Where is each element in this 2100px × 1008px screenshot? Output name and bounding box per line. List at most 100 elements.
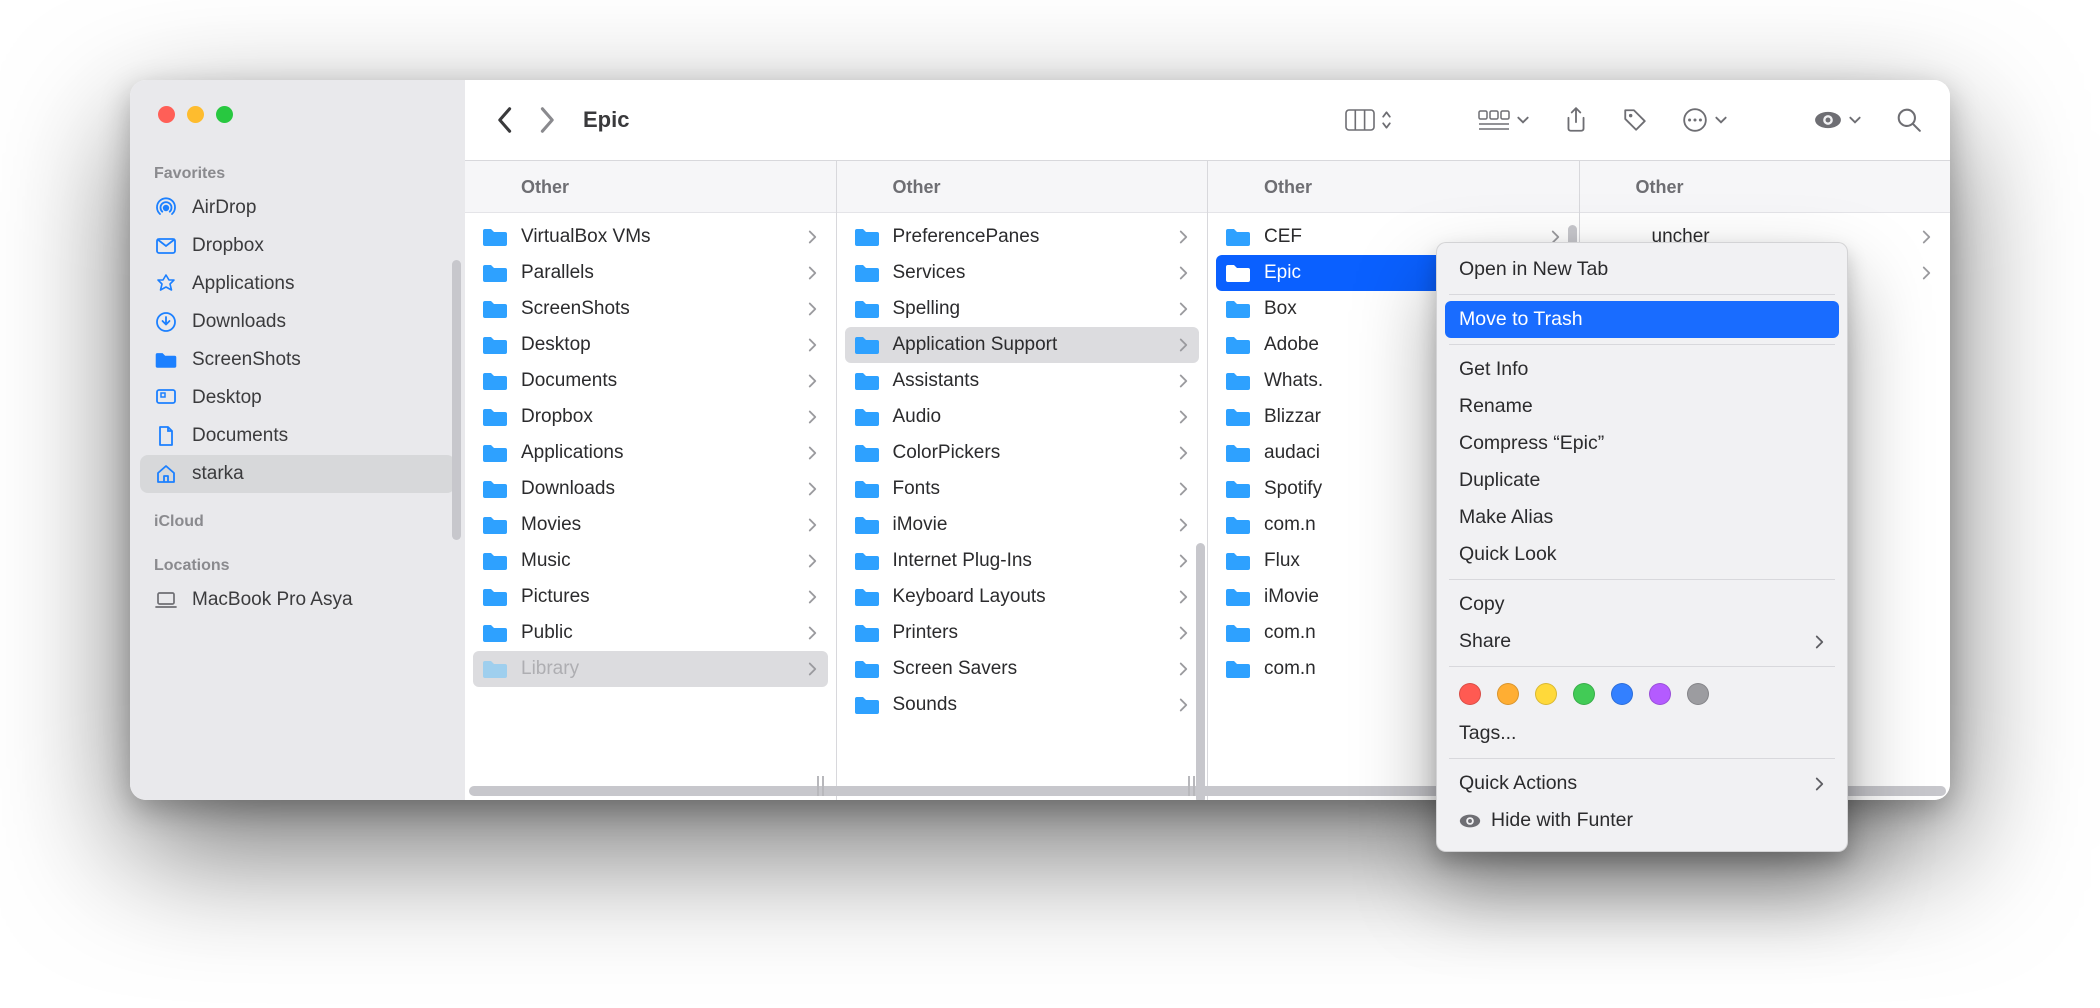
folder-item[interactable]: PreferencePanes [845,219,1200,255]
folder-icon [1224,658,1252,680]
sidebar-item-documents[interactable]: Documents [140,417,455,455]
column-header[interactable]: Other [1580,161,1951,213]
chevron-right-icon [807,265,818,281]
context-menu-item[interactable]: Share [1437,623,1847,660]
folder-item[interactable]: Pictures [473,579,828,615]
chevron-right-icon [1178,553,1189,569]
group-button[interactable] [1474,105,1534,135]
folder-item[interactable]: iMovie [845,507,1200,543]
folder-item[interactable]: Spelling [845,291,1200,327]
context-menu-item[interactable]: Compress “Epic” [1437,425,1847,462]
folder-item[interactable]: Assistants [845,363,1200,399]
column-resize-handle[interactable] [1184,776,1200,796]
sidebar-item-applications[interactable]: Applications [140,265,455,303]
search-button[interactable] [1892,103,1926,137]
folder-item[interactable]: Internet Plug-Ins [845,543,1200,579]
folder-item[interactable]: Documents [473,363,828,399]
folder-icon [1224,478,1252,500]
context-menu-item[interactable]: Open in New Tab [1437,251,1847,288]
menu-item-label: Quick Look [1459,543,1557,566]
zoom-icon[interactable] [216,106,233,123]
tag-color-dot[interactable] [1535,683,1557,705]
context-menu-item[interactable]: Get Info [1437,351,1847,388]
column-resize-handle[interactable] [812,776,828,796]
folder-label: Applications [521,442,623,464]
folder-item[interactable]: Desktop [473,327,828,363]
folder-item[interactable]: Movies [473,507,828,543]
sidebar-scrollbar[interactable] [452,260,461,540]
folder-item[interactable]: VirtualBox VMs [473,219,828,255]
folder-item[interactable]: ColorPickers [845,435,1200,471]
chevron-right-icon [1814,634,1825,650]
column-header[interactable]: Other [465,161,836,213]
tag-color-dot[interactable] [1687,683,1709,705]
sidebar-item-airdrop[interactable]: AirDrop [140,189,455,227]
context-menu-item[interactable]: Move to Trash [1445,301,1839,338]
context-menu-item[interactable]: Copy [1437,586,1847,623]
sidebar-item-desktop[interactable]: Desktop [140,379,455,417]
folder-icon [853,622,881,644]
tag-color-dot[interactable] [1459,683,1481,705]
folder-item[interactable]: Downloads [473,471,828,507]
downloads-icon [154,310,178,334]
sidebar-item-label: Documents [192,425,288,447]
tag-color-dot[interactable] [1573,683,1595,705]
view-columns-button[interactable] [1341,104,1396,136]
folder-item[interactable]: Sounds [845,687,1200,723]
folder-item[interactable]: Public [473,615,828,651]
forward-button[interactable] [533,100,563,140]
folder-item[interactable]: Dropbox [473,399,828,435]
laptop-icon [154,588,178,612]
share-button[interactable] [1560,102,1592,138]
tag-color-dot[interactable] [1649,683,1671,705]
column-scrollbar[interactable] [1196,543,1205,800]
more-button[interactable] [1678,103,1732,137]
folder-item[interactable]: Screen Savers [845,651,1200,687]
folder-item[interactable]: Fonts [845,471,1200,507]
folder-item[interactable]: Printers [845,615,1200,651]
back-button[interactable] [489,100,519,140]
context-menu-item[interactable]: Tags... [1437,715,1847,752]
close-icon[interactable] [158,106,175,123]
folder-icon [1224,334,1252,356]
tag-color-dot[interactable] [1497,683,1519,705]
folder-label: Services [893,262,966,284]
visibility-button[interactable] [1810,106,1866,134]
sidebar-item-downloads[interactable]: Downloads [140,303,455,341]
folder-item[interactable]: Audio [845,399,1200,435]
folder-item[interactable]: Keyboard Layouts [845,579,1200,615]
browser-column: Other VirtualBox VMs Parallels ScreenSho… [465,161,836,800]
column-header[interactable]: Other [837,161,1208,213]
context-menu-item[interactable]: Quick Actions [1437,765,1847,802]
folder-item[interactable]: Music [473,543,828,579]
sidebar-item-label: AirDrop [192,197,256,219]
folder-icon [1224,370,1252,392]
sidebar-item-macbook-pro-asya[interactable]: MacBook Pro Asya [140,581,455,619]
context-menu-item[interactable]: Make Alias [1437,499,1847,536]
menu-separator [1449,294,1835,295]
context-menu-item[interactable]: Hide with Funter [1437,802,1847,839]
sidebar-item-screenshots[interactable]: ScreenShots [140,341,455,379]
home-icon [154,462,178,486]
context-menu-item[interactable]: Rename [1437,388,1847,425]
folder-item[interactable]: Services [845,255,1200,291]
folder-item[interactable]: ScreenShots [473,291,828,327]
browser-column: Other PreferencePanes Services Spelling … [836,161,1208,800]
folder-item[interactable]: Parallels [473,255,828,291]
column-header[interactable]: Other [1208,161,1579,213]
context-menu-item[interactable]: Quick Look [1437,536,1847,573]
minimize-icon[interactable] [187,106,204,123]
menu-separator [1449,666,1835,667]
context-menu-item[interactable]: Duplicate [1437,462,1847,499]
folder-item[interactable]: Library [473,651,828,687]
sidebar-item-dropbox[interactable]: Dropbox [140,227,455,265]
document-icon [154,424,178,448]
sidebar-item-starka[interactable]: starka [140,455,455,493]
tags-button[interactable] [1618,103,1652,137]
sidebar: Favorites AirDrop Dropbox Applications D… [130,80,465,800]
tag-color-dot[interactable] [1611,683,1633,705]
folder-icon [853,586,881,608]
folder-item[interactable]: Application Support [845,327,1200,363]
folder-label: Parallels [521,262,594,284]
folder-item[interactable]: Applications [473,435,828,471]
